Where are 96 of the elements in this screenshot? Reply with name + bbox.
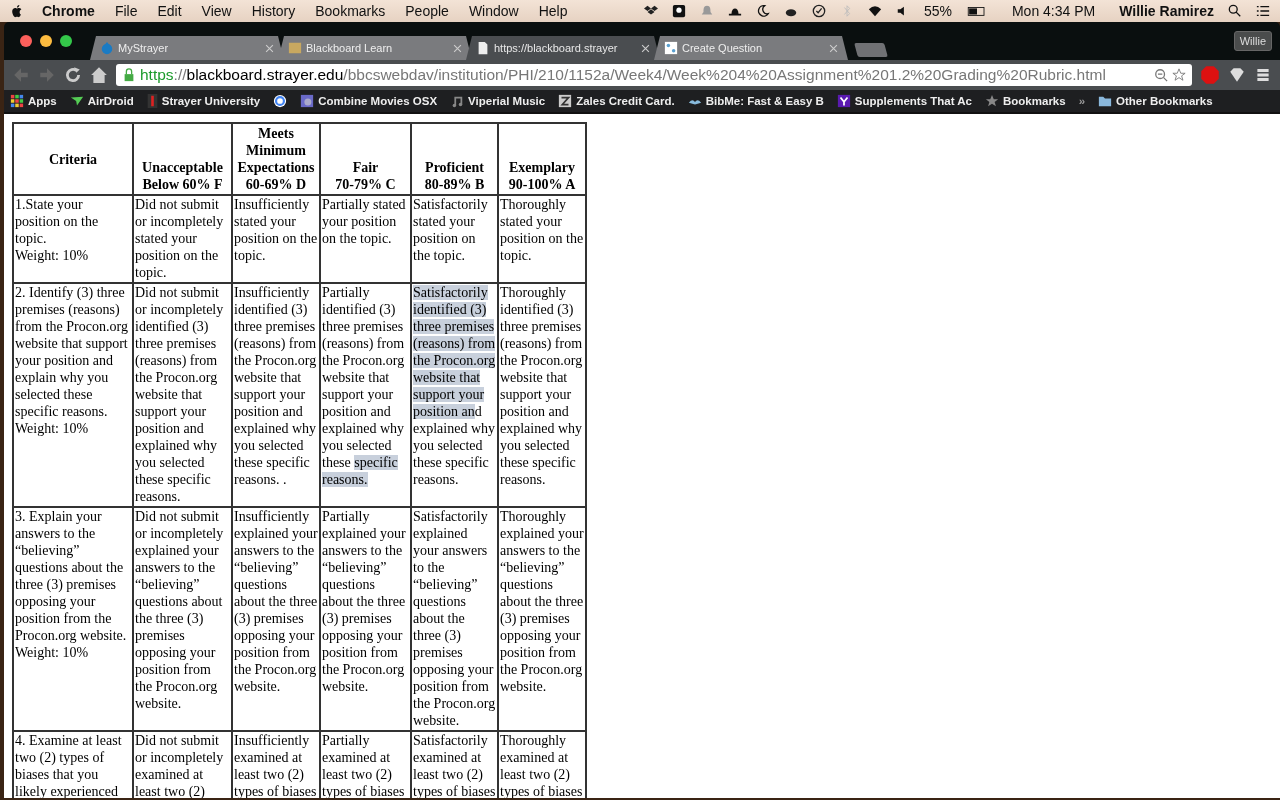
table-cell: Partially explained your answers to the “believing” questions about the three (3) premises opposing your position from the Procon.org website. (320, 507, 411, 731)
url-text: https://blackboard.strayer.edu/bbcswebdav/institution/PHI/210/1152a/Week4/Week%204%20Assignment%201.2%20Grading%20Rubric.html (140, 66, 1106, 84)
table-cell: Satisfactorily identified (3) three premises (reasons) from the Procon.org website that support your position and explained why you selected these specific reasons. (411, 283, 498, 507)
new-tab-button[interactable] (854, 43, 888, 57)
logo-icon (146, 94, 158, 108)
close-icon (453, 43, 462, 53)
music-icon (450, 94, 465, 108)
table-cell: Did not submit or incompletely explained your answers to the “believing” questions about the three (3) premises opposing your position from the Procon.org website. (133, 507, 232, 731)
menu-item[interactable]: File (104, 3, 148, 19)
clock[interactable]: Mon 4:34 PM (1001, 3, 1106, 19)
bookmark[interactable]: Zales Credit Card. (558, 94, 675, 108)
table-cell: Did not submit or incompletely stated your position on the topic. (133, 195, 232, 283)
menu-item[interactable]: Edit (147, 3, 192, 19)
bookmark[interactable]: Bookmarks (985, 94, 1066, 108)
table-cell: Partially stated your position on the topic. (320, 195, 411, 283)
reload-icon (64, 66, 82, 84)
moon-icon (755, 4, 770, 18)
folder-icon (1098, 94, 1113, 108)
column-header: Unacceptable Below 60% F (133, 123, 232, 195)
wifi-icon (867, 4, 882, 18)
table-cell: Thoroughly stated your position on the topic. (498, 195, 586, 283)
bookmark[interactable]: AirDroid (69, 94, 134, 108)
tab-title: Create Question (682, 42, 764, 54)
close-button[interactable] (20, 35, 32, 47)
menu-item[interactable]: History (241, 3, 306, 19)
address-bar[interactable]: https://blackboard.strayer.edu/bbcswebdav/institution/PHI/210/1152a/Week4/Week%204%20Assignment%201.2%20Grading%20Rubric.html (116, 64, 1192, 86)
menu-item[interactable]: Window (458, 3, 529, 19)
page-icon (476, 41, 490, 55)
back-icon (12, 66, 30, 84)
menu-item[interactable]: People (395, 3, 459, 19)
zoom-button[interactable] (60, 35, 72, 47)
plane-icon (69, 94, 84, 108)
image-icon (300, 94, 315, 108)
user-name[interactable]: Willie Ramirez (1119, 3, 1214, 19)
search-icon (1228, 4, 1242, 18)
apps-icon (10, 94, 24, 108)
list-icon (1256, 4, 1270, 18)
adblock-icon (1200, 65, 1220, 85)
menu-icon (1254, 66, 1272, 84)
menu-item[interactable]: Help (528, 3, 578, 19)
menu-item[interactable]: View (191, 3, 242, 19)
table-cell: Did not submit or incompletely identified (3) three premises (reasons) from the Procon.org website that support your position and explained why you selected these specific reasons. (133, 283, 232, 507)
table-cell: 3. Explain your answers to the “believing” questions about the three (3) premises opposing your position from the Procon.org website. Weight: 10% (13, 507, 133, 731)
google-icon (273, 94, 288, 108)
browser-tab[interactable]: Create Question (654, 36, 848, 60)
table-cell: Partially identified (3) three premises (reasons) from the Procon.org website that support your position and explained why you selected these specific reasons. (320, 283, 411, 507)
check-icon (811, 4, 826, 18)
bookmark[interactable]: Combine Movies OSX (300, 94, 438, 108)
star-icon (1172, 68, 1186, 82)
diamond-icon (1228, 66, 1246, 84)
column-header: Fair 70-79% C (320, 123, 411, 195)
table-cell: 2. Identify (3) three premises (reasons) from the Procon.org website that support your position and explain why you selected these specific reasons. Weight: 10% (13, 283, 133, 507)
tab-title: MyStrayer (118, 42, 170, 54)
lock-icon (122, 68, 136, 82)
bookmark[interactable] (273, 94, 288, 108)
minimize-button[interactable] (40, 35, 52, 47)
bookmark[interactable]: BibMe: Fast & Easy B (687, 94, 824, 108)
profile-button[interactable]: Willie (1233, 31, 1272, 51)
bookmark[interactable]: Supplements That Ac (836, 94, 972, 108)
table-cell: 1.State your position on the topic. Weight: 10% (13, 195, 133, 283)
star-icon (985, 94, 999, 108)
drop-icon (100, 41, 114, 55)
tab-title: Blackboard Learn (306, 42, 394, 54)
apple-icon (10, 4, 24, 18)
bookmark[interactable]: Strayer University (146, 94, 261, 108)
tile-icon (558, 94, 573, 108)
close-icon (641, 43, 650, 53)
table-cell: Thoroughly explained your answers to the “believing” questions about the three (3) premises opposing your position from the Procon.org website. (498, 507, 586, 731)
home-icon (90, 66, 108, 84)
forward-icon (38, 66, 56, 84)
table-cell: Insufficiently explained your answers to the “believing” questions about the three (3) premises opposing your position from the Procon.org website. (232, 507, 320, 731)
table-cell: Insufficiently stated your position on the topic. (232, 195, 320, 283)
table-cell: Satisfactorily stated your position on the topic. (411, 195, 498, 283)
column-header: Exemplary 90-100% A (498, 123, 586, 195)
other-bookmarks[interactable]: Other Bookmarks (1098, 94, 1213, 108)
app-menu[interactable]: Chrome (32, 3, 105, 19)
more-bookmarks-button[interactable]: » (1078, 95, 1086, 107)
column-header: Meets Minimum Expectations 60-69% D (232, 123, 320, 195)
menu-item[interactable]: Bookmarks (305, 3, 396, 19)
bookmark[interactable]: Apps (10, 94, 57, 108)
yahoo-icon (836, 94, 851, 108)
battery-percent: 55% (923, 3, 952, 19)
close-icon (265, 43, 274, 53)
battery-icon (965, 4, 988, 18)
close-icon (829, 43, 838, 53)
tab-title: https://blackboard.strayer (494, 42, 619, 54)
table-cell: Insufficiently identified (3) three premises (reasons) from the Procon.org website that support your position and explained why you selected these specific reasons. . (232, 283, 320, 507)
column-header: Proficient 80-89% B (411, 123, 498, 195)
column-header: Criteria (13, 123, 133, 195)
bell-icon (699, 4, 714, 18)
bookmark[interactable]: Viperial Music (450, 94, 546, 108)
zoom-out-icon (1154, 68, 1168, 82)
grid-icon (664, 41, 678, 55)
table-cell: Satisfactorily explained your answers to the “believing” questions about the three (3) premises opposing your position from the Procon.org website. (411, 507, 498, 731)
table-cell: Thoroughly identified (3) three premises (reasons) from the Procon.org website that support your position and explained why you selected these specific reasons. (498, 283, 586, 507)
bb-icon (288, 41, 302, 55)
